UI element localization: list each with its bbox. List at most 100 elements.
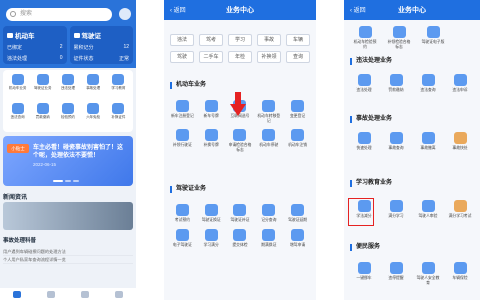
category-chip[interactable]: 驾驶: [170, 51, 194, 63]
service-icon: [262, 100, 276, 112]
message-icon[interactable]: [119, 8, 131, 20]
service-item[interactable]: 机动车注销: [283, 129, 312, 152]
service-icon: [426, 26, 440, 38]
section-title-vehicle: 机动车业务: [170, 82, 206, 89]
service-item[interactable]: 事故查询: [380, 132, 412, 151]
service-item[interactable]: 驾驶证延期: [283, 204, 312, 223]
service-item[interactable]: 补换证件: [106, 103, 131, 128]
service-item[interactable]: 违法处理: [348, 74, 380, 93]
service-item[interactable]: 学习教育: [106, 74, 131, 99]
home-tab-icon[interactable]: [13, 290, 21, 298]
service-item[interactable]: 六年免检: [81, 103, 106, 128]
news-image[interactable]: [3, 202, 133, 230]
service-item[interactable]: 事故撤离: [412, 132, 444, 151]
service-item[interactable]: 新车注册登记: [168, 100, 197, 123]
news-title[interactable]: 事故处理科普: [3, 236, 133, 244]
service-item[interactable]: 变更登记: [283, 100, 312, 123]
category-chip[interactable]: 违法: [170, 34, 194, 46]
category-chip[interactable]: 事故: [257, 34, 281, 46]
category-chip[interactable]: 二手车: [199, 51, 223, 63]
service-item[interactable]: 违法查询: [5, 103, 30, 128]
service-item[interactable]: 补换号牌: [197, 129, 226, 152]
service-label: 机动车注销: [288, 143, 308, 147]
service-item[interactable]: 机动车停驶: [254, 129, 283, 152]
service-item[interactable]: 期满换证: [254, 228, 283, 248]
service-icon: [61, 103, 74, 114]
category-chip[interactable]: 年检: [228, 51, 252, 63]
service-item[interactable]: 电子驾驶证: [168, 228, 197, 248]
service-label: 罚款缴纳: [35, 115, 50, 119]
service-label: 事故处理: [86, 86, 101, 90]
service-icon: [453, 132, 467, 144]
service-item[interactable]: 满分学习考试: [444, 200, 476, 219]
promo-banner[interactable]: 小贴士 车主必看！碰瓷事故别害怕了！这个呢，处理依法不要慌！ 2022-06-1…: [3, 136, 133, 186]
service-label: 补换证件: [111, 115, 126, 119]
service-item[interactable]: 违法申诉: [444, 74, 476, 93]
service-item[interactable]: 满分学习: [380, 200, 412, 219]
service-item[interactable]: 快速处理: [348, 132, 380, 151]
stat-value: 正常: [118, 56, 129, 62]
service-icon: [357, 74, 371, 86]
vehicle-card[interactable]: 机动车 已绑定 2 违法处理 0: [3, 26, 67, 64]
service-item[interactable]: 补领行驶证: [168, 129, 197, 152]
search-placeholder: 搜索: [20, 11, 33, 17]
service-icon: [204, 204, 218, 216]
news-item[interactable]: 个人用户私家车查询流程详情一览: [3, 256, 133, 264]
service-label: 违法查询: [420, 88, 436, 92]
service-item[interactable]: 考试预约: [168, 204, 197, 223]
service-item[interactable]: 驾驶人安全教育: [412, 262, 444, 285]
carousel-dots: [53, 180, 79, 182]
service-item[interactable]: 罚款缴纳: [380, 74, 412, 93]
service-item[interactable]: 机动车检验预约: [348, 26, 382, 49]
service-item[interactable]: 机动车业务: [5, 74, 30, 99]
category-chip[interactable]: 驾考: [199, 34, 223, 46]
license-card[interactable]: 驾驶证 累积记分 12 证件状态 正常: [69, 26, 133, 64]
service-item[interactable]: 事故快处: [444, 132, 476, 151]
search-icon: [10, 11, 16, 17]
service-label: 驾驶证补证: [230, 218, 250, 222]
service-item[interactable]: 罚款缴纳: [30, 103, 55, 128]
service-item[interactable]: 驾驶人审验: [412, 200, 444, 219]
red-highlight-box: [348, 198, 374, 226]
top-bar: ‹ 返回 业务中心: [344, 0, 480, 20]
section-title-license: 驾驶证业务: [170, 186, 206, 193]
service-label: 机动车停驶: [259, 143, 279, 147]
service-item[interactable]: 驾驶证业务: [30, 74, 55, 99]
category-chip[interactable]: 查询: [286, 51, 310, 63]
service-item[interactable]: 事故处理: [81, 74, 106, 99]
service-item[interactable]: 一键挪车: [348, 262, 380, 285]
service-item[interactable]: 补领检验合格标志: [382, 26, 416, 49]
service-item[interactable]: 违法处理: [55, 74, 80, 99]
service-item[interactable]: 申请检验合格标志: [226, 129, 255, 152]
stat-label: 累积记分: [73, 45, 94, 51]
service-item[interactable]: 增驾申请: [283, 228, 312, 248]
service-item[interactable]: 新车号牌: [197, 100, 226, 123]
category-chip[interactable]: 车辆: [286, 34, 310, 46]
news-tab-icon[interactable]: [81, 290, 89, 298]
category-chip[interactable]: 补换领: [257, 51, 281, 63]
service-icon: [357, 132, 371, 144]
search-input[interactable]: 搜索: [6, 8, 112, 21]
profile-tab-icon[interactable]: [115, 290, 123, 298]
service-item[interactable]: 驾驶证补证: [226, 204, 255, 223]
category-chip[interactable]: 学习: [228, 34, 252, 46]
service-item[interactable]: 车辆保险: [444, 262, 476, 285]
services-tab-icon[interactable]: [47, 290, 55, 298]
business-center-screen: ‹ 返回 业务中心 违法 驾考 学习 事故 车辆 驾驶 二手车 年检 补换领 查…: [164, 0, 316, 300]
service-item[interactable]: 违法查询: [412, 74, 444, 93]
service-item[interactable]: 机动车转移登记: [254, 100, 283, 123]
service-icon: [291, 100, 305, 112]
service-item[interactable]: 违停提醒: [380, 262, 412, 285]
service-item[interactable]: 学习满分: [197, 228, 226, 248]
news-item[interactable]: 用户遇到车辆碰擦问题的处理方法: [3, 248, 133, 256]
service-icon: [36, 74, 49, 85]
service-item[interactable]: 提交体检: [226, 228, 255, 248]
service-item[interactable]: 记分查询: [254, 204, 283, 223]
service-label: 学习满分: [203, 242, 219, 247]
service-item[interactable]: 驾驶证换证: [197, 204, 226, 223]
service-item[interactable]: 检验预约: [55, 103, 80, 128]
service-icon: [291, 204, 305, 216]
service-item[interactable]: 驾驶证电子版: [416, 26, 450, 49]
convenience-services-grid: 一键挪车 违停提醒 驾驶人安全教育 车辆保险: [348, 262, 476, 285]
service-label: 违法处理: [356, 88, 372, 92]
